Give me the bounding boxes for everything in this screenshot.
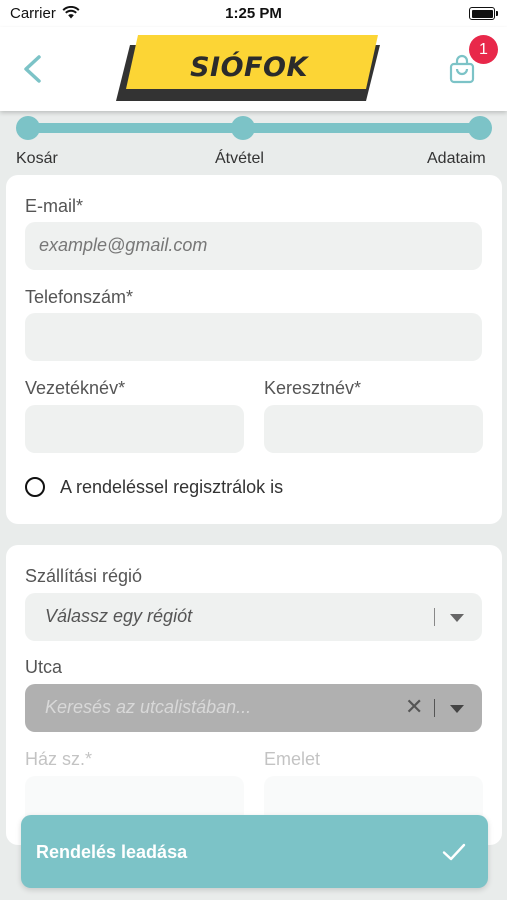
floor-label: Emelet <box>264 749 321 769</box>
phone-label: Telefonszám* <box>25 287 134 307</box>
lastname-label: Vezetéknév* <box>25 378 126 398</box>
status-bar: Carrier 1:25 PM <box>0 0 507 27</box>
firstname-label: Keresztnév* <box>264 378 362 398</box>
street-placeholder: Keresés az utcalistában... <box>45 697 252 717</box>
select-separator <box>434 608 435 626</box>
shipping-card: Szállítási régió Válassz egy régiót Utca… <box>6 545 502 845</box>
cart-badge: 1 <box>469 35 498 64</box>
progress-dot-pickup <box>231 116 255 140</box>
region-label: Szállítási régió <box>25 566 143 586</box>
brand-logo[interactable]: SIÓFOK <box>116 33 382 101</box>
battery-icon <box>469 7 498 20</box>
house-number-label: Ház sz.* <box>25 749 93 769</box>
lastname-field[interactable] <box>25 405 244 453</box>
street-label: Utca <box>25 657 63 677</box>
logo-text: SIÓFOK <box>190 52 308 83</box>
back-arrow-icon[interactable] <box>14 49 54 89</box>
progress-dot-cart <box>16 116 40 140</box>
register-radio[interactable] <box>25 477 45 497</box>
clear-icon[interactable]: ✕ <box>405 694 423 720</box>
street-search-input[interactable]: Keresés az utcalistában... ✕ <box>25 684 482 732</box>
chevron-down-icon[interactable] <box>450 614 464 622</box>
region-placeholder: Válassz egy régiót <box>45 606 193 626</box>
firstname-field[interactable] <box>264 405 483 453</box>
app-header: SIÓFOK 1 <box>0 27 507 111</box>
clock-time: 1:25 PM <box>225 5 282 22</box>
step-label-pickup: Átvétel <box>215 150 264 167</box>
register-label: A rendeléssel regisztrálok is <box>60 477 284 497</box>
select-separator <box>434 699 435 717</box>
step-label-cart: Kosár <box>16 150 58 167</box>
email-label: E-mail* <box>25 196 84 216</box>
checkmark-icon <box>442 843 466 861</box>
place-order-button[interactable]: Rendelés leadása <box>21 815 488 888</box>
email-field[interactable]: example@gmail.com <box>25 222 482 270</box>
checkout-progress: Kosár Átvétel Adataim <box>0 111 507 175</box>
place-order-label: Rendelés leadása <box>36 842 188 862</box>
chevron-down-icon[interactable] <box>450 705 464 713</box>
step-label-details: Adataim <box>427 150 486 167</box>
progress-dot-details <box>468 116 492 140</box>
contact-card: E-mail* example@gmail.com Telefonszám* V… <box>6 175 502 524</box>
email-placeholder: example@gmail.com <box>39 235 208 255</box>
phone-field[interactable] <box>25 313 482 361</box>
region-select[interactable]: Válassz egy régiót <box>25 593 482 641</box>
